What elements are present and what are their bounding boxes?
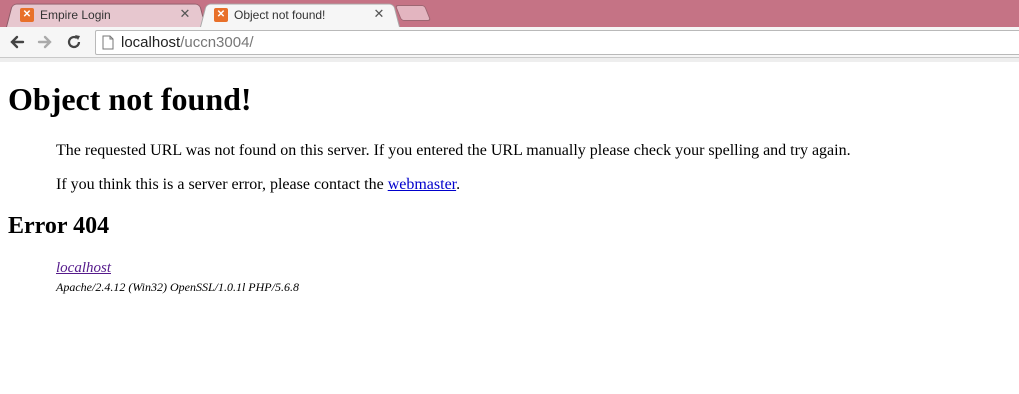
browser-toolbar: localhost/uccn3004/ (0, 27, 1019, 58)
localhost-link[interactable]: localhost (56, 260, 299, 277)
xampp-favicon-icon: ✕ (20, 7, 34, 22)
xampp-favicon-icon: ✕ (214, 7, 228, 22)
forward-button[interactable] (34, 31, 56, 53)
url-path: /uccn3004/ (180, 34, 254, 51)
close-tab-icon[interactable]: ✕ (178, 7, 192, 21)
tab-title: Object not found! (234, 7, 326, 22)
contact-text-end: . (456, 176, 461, 193)
back-button[interactable] (6, 31, 28, 53)
url-host: localhost (121, 34, 181, 51)
server-address: localhost Apache/2.4.12 (Win32) OpenSSL/… (56, 260, 299, 295)
webmaster-link[interactable]: webmaster (388, 176, 456, 193)
contact-message: If you think this is a server error, ple… (56, 176, 460, 194)
page-icon (102, 35, 114, 50)
page-title: Object not found! (8, 81, 252, 117)
tab-title: Empire Login (40, 7, 111, 22)
forward-arrow-icon (37, 35, 52, 49)
error-code-heading: Error 404 (8, 213, 110, 239)
back-arrow-icon (10, 35, 25, 49)
new-tab-button[interactable] (394, 5, 432, 21)
tab-empire-login[interactable]: ✕ Empire Login ✕ (6, 2, 206, 27)
reload-icon (67, 35, 81, 49)
tab-object-not-found[interactable]: ✕ Object not found! ✕ (200, 2, 400, 27)
toolbar-divider (0, 58, 1019, 62)
server-signature: Apache/2.4.12 (Win32) OpenSSL/1.0.1l PHP… (56, 280, 299, 294)
tab-strip: ✕ Empire Login ✕ ✕ Object not found! ✕ (0, 0, 1019, 27)
reload-button[interactable] (63, 31, 85, 53)
close-tab-icon[interactable]: ✕ (372, 7, 386, 21)
address-bar[interactable]: localhost/uccn3004/ (95, 30, 1019, 55)
contact-text: If you think this is a server error, ple… (56, 176, 388, 193)
error-message: The requested URL was not found on this … (56, 142, 851, 159)
